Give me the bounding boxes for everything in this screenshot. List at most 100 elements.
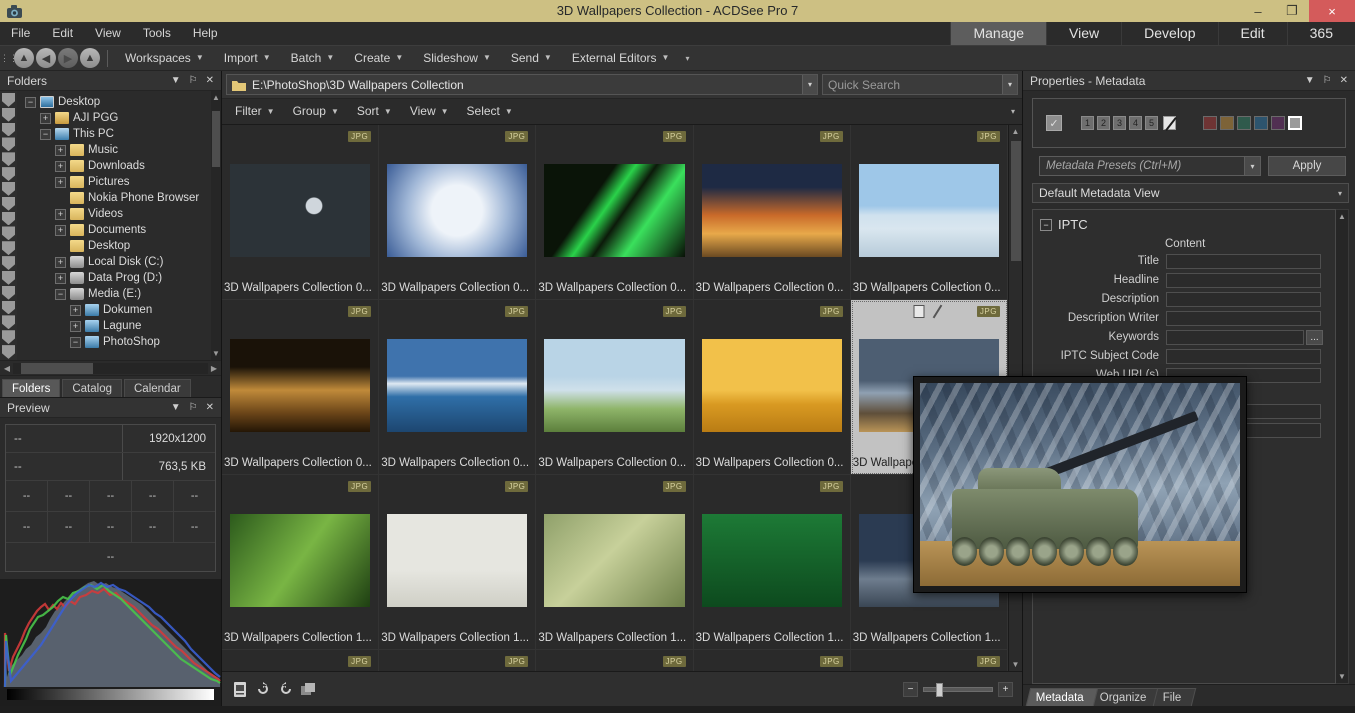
- close-button[interactable]: ×: [1309, 0, 1355, 22]
- tab-file[interactable]: File: [1152, 688, 1196, 706]
- back-icon[interactable]: ◀: [36, 48, 56, 68]
- zoom-slider-thumb[interactable]: [936, 682, 943, 697]
- close-icon[interactable]: ✕: [1340, 75, 1348, 86]
- hscroll-track[interactable]: [13, 362, 208, 374]
- expand-icon[interactable]: +: [55, 224, 66, 236]
- thumbnail-cell[interactable]: JPG 3D Wallpapers Collection 0...: [536, 300, 694, 475]
- path-dropdown-icon[interactable]: ▾: [802, 75, 817, 94]
- scroll-up-icon[interactable]: ▲: [1012, 127, 1020, 136]
- rating-5-button[interactable]: 5: [1145, 116, 1158, 130]
- color-label-blue[interactable]: [1254, 116, 1268, 130]
- pin-icon[interactable]: ⚐: [189, 75, 198, 86]
- tree-item-desktop[interactable]: − Desktop: [17, 94, 211, 110]
- expand-icon[interactable]: +: [55, 256, 66, 268]
- scroll-down-icon[interactable]: ▼: [212, 349, 220, 358]
- mode-365[interactable]: 365: [1286, 22, 1355, 45]
- tree-item-pictures[interactable]: + Pictures: [17, 174, 211, 190]
- thumbnail-cell[interactable]: JPG 3D Wallpapers Collection 0...: [222, 300, 380, 475]
- tree-scrollbar[interactable]: ▲ ▼: [211, 91, 221, 360]
- tree-item-lagune[interactable]: + Lagune: [17, 318, 211, 334]
- checked-icon[interactable]: ✓: [1046, 115, 1062, 131]
- thumbnail-cell[interactable]: JPG 3D Wallpapers Collection 0...: [536, 125, 694, 300]
- filterbar-overflow-icon[interactable]: ▾: [1011, 107, 1022, 116]
- rating-4-button[interactable]: 4: [1129, 116, 1142, 130]
- metadata-view-select[interactable]: Default Metadata View ▾: [1032, 183, 1349, 203]
- collapse-icon[interactable]: −: [70, 336, 81, 348]
- menu-edit[interactable]: Edit: [41, 22, 84, 45]
- search-input[interactable]: Quick Search ▾: [822, 74, 1018, 95]
- toolbar-overflow-icon[interactable]: ▾: [679, 54, 695, 63]
- collapse-icon[interactable]: −: [40, 128, 51, 140]
- color-label-red[interactable]: [1203, 116, 1217, 130]
- metadata-field-input-title[interactable]: [1166, 253, 1321, 269]
- scroll-up-icon[interactable]: ▲: [212, 93, 220, 102]
- rating-1-button[interactable]: 1: [1081, 116, 1094, 130]
- tree-item-media-e[interactable]: − Media (E:): [17, 286, 211, 302]
- scroll-down-icon[interactable]: ▼: [1012, 660, 1020, 669]
- rating-2-button[interactable]: 2: [1097, 116, 1110, 130]
- pin-icon[interactable]: ⚐: [1323, 75, 1332, 86]
- metadata-field-input-description[interactable]: [1166, 291, 1321, 307]
- expand-icon[interactable]: +: [55, 144, 66, 156]
- scrollbar-thumb[interactable]: [1011, 141, 1021, 261]
- metadata-field-input-keywords[interactable]: [1166, 329, 1304, 345]
- forward-icon[interactable]: ▶: [58, 48, 78, 68]
- collapse-icon[interactable]: −: [55, 288, 66, 300]
- floating-image-preview[interactable]: [913, 376, 1247, 593]
- scroll-up-icon[interactable]: ▲: [1338, 212, 1346, 221]
- expand-icon[interactable]: +: [40, 112, 51, 124]
- chevron-down-icon[interactable]: ▼: [1305, 75, 1315, 86]
- pin-icon[interactable]: ⚐: [189, 402, 198, 413]
- tree-item-data-prog-d[interactable]: + Data Prog (D:): [17, 270, 211, 286]
- search-dropdown-icon[interactable]: ▾: [1002, 75, 1017, 94]
- scroll-down-icon[interactable]: ▼: [1338, 672, 1346, 681]
- mode-edit[interactable]: Edit: [1217, 22, 1287, 45]
- sort-menu[interactable]: Sort ▼: [348, 98, 401, 125]
- menu-view[interactable]: View: [84, 22, 132, 45]
- metadata-field-input-description-writer[interactable]: [1166, 310, 1321, 326]
- select-menu[interactable]: Select ▼: [458, 98, 522, 125]
- tree-item-this-pc[interactable]: − This PC: [17, 126, 211, 142]
- tree-item-music[interactable]: + Music: [17, 142, 211, 158]
- tab-calendar[interactable]: Calendar: [124, 379, 191, 397]
- home-icon[interactable]: ▲: [14, 48, 34, 68]
- color-label-orange[interactable]: [1220, 116, 1234, 130]
- metadata-field-input-iptc-subject-code[interactable]: [1166, 348, 1321, 364]
- tab-catalog[interactable]: Catalog: [62, 379, 122, 397]
- thumbnail-cell[interactable]: JPG 3D Wallpapers Collection 1...: [693, 475, 851, 650]
- tree-item-desktop[interactable]: Desktop: [17, 238, 211, 254]
- menu-file[interactable]: File: [0, 22, 41, 45]
- thumbnail-cell[interactable]: JPG: [536, 650, 694, 671]
- thumbnail-zoom-control[interactable]: − +: [903, 681, 1013, 697]
- tab-metadata[interactable]: Metadata: [1025, 688, 1099, 706]
- thumbnail-cell[interactable]: JPG 3D Wallpapers Collection 1...: [379, 475, 537, 650]
- chevron-down-icon[interactable]: ▾: [1244, 157, 1260, 175]
- toolbar-workspaces[interactable]: Workspaces ▼: [115, 45, 214, 72]
- thumbnail-cell[interactable]: JPG 3D Wallpapers Collection 1...: [536, 475, 694, 650]
- tree-item-aji-pgg[interactable]: + AJI PGG: [17, 110, 211, 126]
- color-label-purple[interactable]: [1271, 116, 1285, 130]
- thumbnail-cell[interactable]: JPG 3D Wallpapers Collection 0...: [850, 125, 1008, 300]
- menu-tools[interactable]: Tools: [132, 22, 182, 45]
- scroll-left-icon[interactable]: ◀: [1, 364, 13, 373]
- metadata-preset-select[interactable]: Metadata Presets (Ctrl+M) ▾: [1039, 156, 1261, 176]
- mode-view[interactable]: View: [1046, 22, 1121, 45]
- tree-item-dokumen[interactable]: + Dokumen: [17, 302, 211, 318]
- view-menu[interactable]: View ▼: [401, 98, 458, 125]
- thumbnail-cell[interactable]: JPG: [693, 650, 851, 671]
- tree-item-documents[interactable]: + Documents: [17, 222, 211, 238]
- close-icon[interactable]: ✕: [206, 402, 214, 413]
- rating-3-button[interactable]: 3: [1113, 116, 1126, 130]
- thumbnail-cell[interactable]: JPG 3D Wallpapers Collection 0...: [379, 300, 537, 475]
- thumbnail-cell[interactable]: JPG 3D Wallpapers Collection 0...: [693, 125, 851, 300]
- no-rating-button[interactable]: [1163, 116, 1176, 130]
- color-label-gray[interactable]: [1288, 116, 1302, 130]
- menu-help[interactable]: Help: [182, 22, 229, 45]
- chevron-down-icon[interactable]: ▼: [171, 75, 181, 86]
- minimize-button[interactable]: –: [1241, 0, 1275, 22]
- apply-button[interactable]: Apply: [1268, 156, 1346, 176]
- folder-path-input[interactable]: E:\PhotoShop\3D Wallpapers Collection ▾: [226, 74, 818, 95]
- mode-manage[interactable]: Manage: [950, 22, 1047, 45]
- toolbar-external-editors[interactable]: External Editors ▼: [562, 45, 680, 72]
- thumbnail-cell[interactable]: JPG 3D Wallpapers Collection 1...: [222, 475, 380, 650]
